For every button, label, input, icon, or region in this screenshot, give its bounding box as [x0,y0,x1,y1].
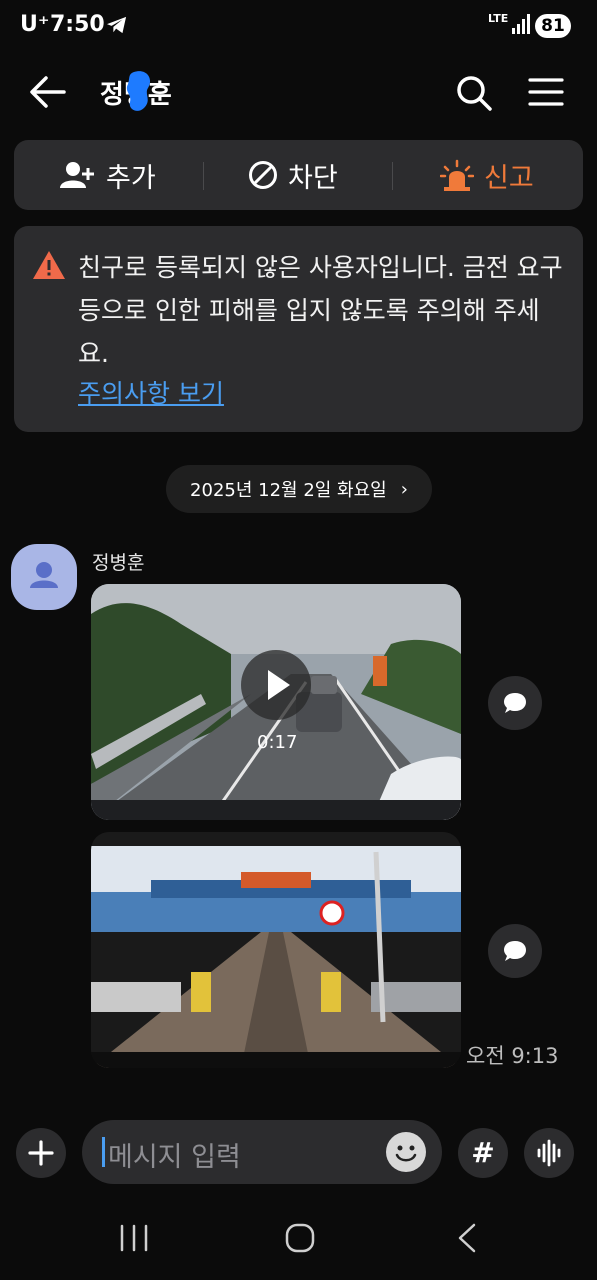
back-arrow-icon[interactable] [28,74,68,110]
emoji-button[interactable] [386,1132,426,1172]
sender-name: 정병훈 [92,552,145,574]
report-label: 신고 [484,162,534,194]
date-label: 2025년 12월 2일 화요일 [190,480,387,501]
share-button[interactable] [488,676,542,730]
message-input[interactable]: 메시지 입력 [82,1120,442,1184]
video-message[interactable]: 0:17 [91,584,461,820]
divider [203,162,204,190]
telegram-icon [107,16,127,34]
add-user-icon [60,162,94,188]
chat-bubble-icon [504,941,526,961]
play-button[interactable] [241,650,311,720]
voice-wave-icon [537,1139,561,1167]
chat-header: 정병훈 [0,60,597,124]
chat-bubble-icon [504,693,526,713]
block-icon [249,161,277,189]
search-icon[interactable] [455,74,493,112]
nav-back-icon[interactable] [454,1222,480,1254]
input-placeholder: 메시지 입력 [108,1142,241,1173]
warning-text: 친구로 등록되지 않은 사용자입니다. 금전 요구 등으로 인한 피해를 입지 … [78,253,563,368]
carrier-label: U⁺ [20,12,50,37]
stranger-warning-card: 친구로 등록되지 않은 사용자입니다. 금전 요구 등으로 인한 피해를 입지 … [14,226,583,432]
tollgate-photo [91,832,461,1068]
network-type: LTE [488,12,509,25]
avatar[interactable] [11,544,77,610]
share-button[interactable] [488,924,542,978]
block-button[interactable]: 차단 [248,140,338,210]
caution-link[interactable]: 주의사항 보기 [78,374,224,410]
message-time: 오전 9:13 [466,1044,559,1068]
recent-apps-icon[interactable] [118,1224,150,1252]
block-label: 차단 [288,162,338,194]
menu-icon[interactable] [528,76,564,108]
warning-icon [33,251,65,279]
status-time: 7:50 [50,12,105,37]
video-duration: 0:17 [257,732,298,753]
date-divider[interactable]: 2025년 12월 2일 화요일 › [166,465,432,513]
plus-icon [28,1140,54,1166]
smiley-icon [395,1145,417,1162]
chevron-right-icon: › [400,478,408,500]
add-friend-button[interactable]: 추가 [60,140,156,210]
attach-button[interactable] [16,1128,66,1178]
name-redaction-mark [126,71,151,111]
divider [392,162,393,190]
voice-button[interactable] [524,1128,574,1178]
play-icon [268,670,290,700]
signal-icon [512,14,530,34]
siren-icon [440,159,474,191]
home-icon[interactable] [284,1222,316,1254]
report-button[interactable]: 신고 [440,140,534,210]
image-message[interactable] [91,832,461,1068]
hashtag-button[interactable]: # [458,1128,508,1178]
stranger-action-bar: 추가 차단 신고 [14,140,583,210]
status-bar: U⁺ 7:50 LTE 81 [0,0,597,52]
text-caret [102,1137,105,1167]
add-label: 추가 [106,162,156,194]
user-icon [30,562,58,588]
battery-level: 81 [535,14,571,38]
